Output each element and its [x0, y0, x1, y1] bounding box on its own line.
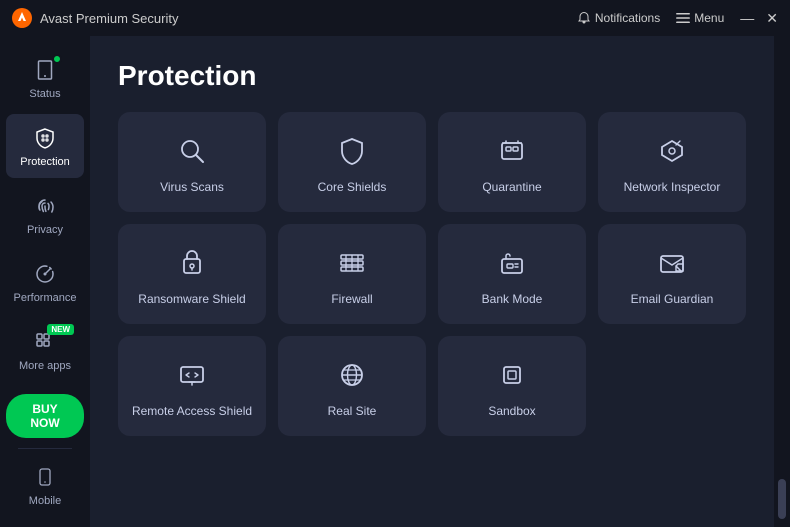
scrollbar-thumb[interactable]	[778, 479, 786, 519]
notifications-button[interactable]: Notifications	[577, 11, 660, 25]
grid-item-email-guardian-label: Email Guardian	[631, 291, 714, 308]
page-title: Protection	[118, 60, 746, 92]
grid-item-email-guardian[interactable]: Email Guardian	[598, 224, 746, 324]
grid-item-bank-mode-label: Bank Mode	[482, 291, 543, 308]
sidebar-item-more-apps-label: More apps	[19, 360, 71, 372]
firewall-icon	[334, 245, 370, 281]
grid-item-virus-scans[interactable]: Virus Scans	[118, 112, 266, 212]
bank-mode-icon	[494, 245, 530, 281]
sandbox-icon	[494, 357, 530, 393]
grid-item-core-shields-label: Core Shields	[318, 179, 387, 196]
virus-scans-icon	[174, 133, 210, 169]
protection-grid: Virus Scans Core Shields	[118, 112, 746, 436]
mobile-icon	[31, 463, 59, 491]
sidebar-item-privacy-label: Privacy	[27, 224, 63, 236]
grid-item-firewall[interactable]: Firewall	[278, 224, 426, 324]
main-layout: Status Protection	[0, 36, 790, 527]
network-inspector-icon	[654, 133, 690, 169]
sidebar-item-performance[interactable]: Performance	[6, 250, 84, 314]
grid-item-real-site-label: Real Site	[328, 403, 377, 420]
sidebar-item-performance-label: Performance	[14, 292, 77, 304]
titlebar-left: Avast Premium Security	[12, 8, 178, 28]
grid-item-virus-scans-label: Virus Scans	[160, 179, 224, 196]
menu-icon	[676, 11, 690, 25]
sidebar-item-status[interactable]: Status	[6, 46, 84, 110]
content-area: Protection Virus Scans	[90, 36, 774, 527]
grid-item-quarantine[interactable]: Quarantine	[438, 112, 586, 212]
grid-item-sandbox-label: Sandbox	[488, 403, 535, 420]
email-guardian-icon	[654, 245, 690, 281]
shield-icon	[31, 124, 59, 152]
quarantine-icon	[494, 133, 530, 169]
grid-item-ransomware-shield[interactable]: Ransomware Shield	[118, 224, 266, 324]
status-dot	[52, 54, 62, 64]
scrollbar[interactable]	[774, 36, 790, 527]
ransomware-shield-icon	[174, 245, 210, 281]
grid-item-remote-access-shield[interactable]: Remote Access Shield	[118, 336, 266, 436]
bell-icon	[577, 11, 591, 25]
avast-logo-icon	[12, 8, 32, 28]
grid-item-quarantine-label: Quarantine	[482, 179, 541, 196]
grid-item-sandbox[interactable]: Sandbox	[438, 336, 586, 436]
sidebar-item-privacy[interactable]: Privacy	[6, 182, 84, 246]
buy-now-button[interactable]: BUY NOW	[6, 394, 84, 438]
sidebar-divider	[18, 448, 72, 449]
sidebar-item-mobile-label: Mobile	[29, 495, 61, 507]
minimize-button[interactable]: —	[740, 11, 754, 25]
sidebar-item-mobile[interactable]: Mobile	[6, 453, 84, 517]
grid-item-network-inspector[interactable]: Network Inspector	[598, 112, 746, 212]
core-shields-icon	[334, 133, 370, 169]
grid-item-bank-mode[interactable]: Bank Mode	[438, 224, 586, 324]
sidebar: Status Protection	[0, 36, 90, 527]
grid-item-network-inspector-label: Network Inspector	[624, 179, 721, 196]
close-button[interactable]: ✕	[766, 11, 778, 25]
new-badge: NEW	[47, 324, 74, 335]
remote-access-shield-icon	[174, 357, 210, 393]
titlebar: Avast Premium Security Notifications Men…	[0, 0, 790, 36]
sidebar-bottom: BUY NOW Mobile	[0, 388, 90, 519]
titlebar-right: Notifications Menu — ✕	[577, 11, 778, 25]
fingerprint-icon	[31, 192, 59, 220]
sidebar-item-status-label: Status	[29, 88, 60, 100]
grid-item-ransomware-shield-label: Ransomware Shield	[138, 291, 245, 308]
real-site-icon	[334, 357, 370, 393]
sidebar-item-protection[interactable]: Protection	[6, 114, 84, 178]
sidebar-item-more-apps[interactable]: NEW More apps	[6, 318, 84, 382]
grid-item-remote-access-shield-label: Remote Access Shield	[132, 403, 252, 420]
speedometer-icon	[31, 260, 59, 288]
grid-item-firewall-label: Firewall	[331, 291, 372, 308]
app-title: Avast Premium Security	[40, 11, 178, 26]
menu-button[interactable]: Menu	[676, 11, 724, 25]
sidebar-item-protection-label: Protection	[20, 156, 70, 168]
grid-item-core-shields[interactable]: Core Shields	[278, 112, 426, 212]
grid-item-real-site[interactable]: Real Site	[278, 336, 426, 436]
window-controls: — ✕	[740, 11, 778, 25]
